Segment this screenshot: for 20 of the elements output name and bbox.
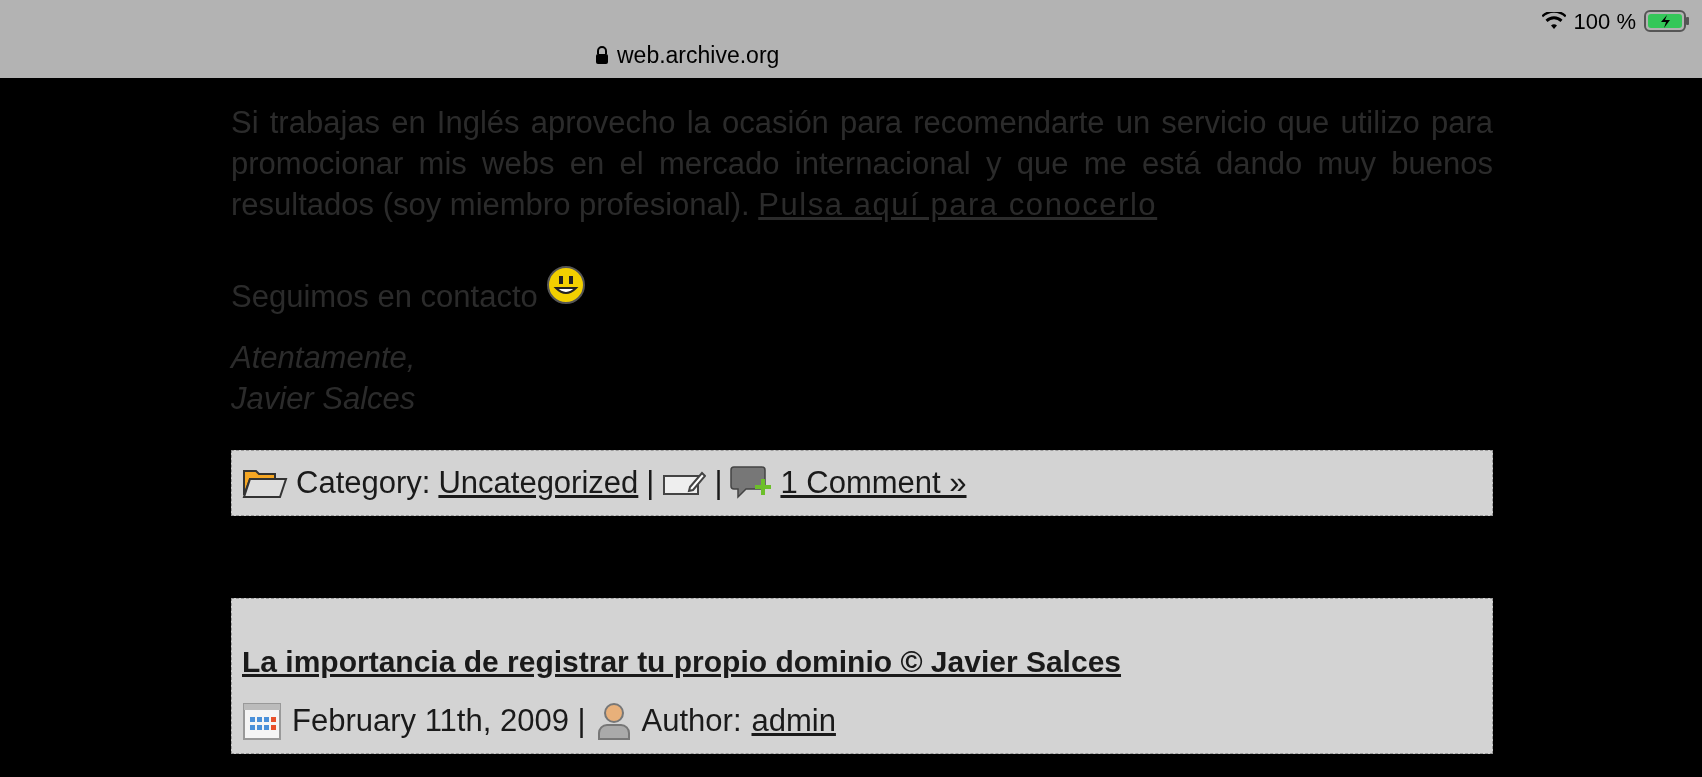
smiley-icon [545,265,586,305]
battery-icon [1644,10,1690,32]
category-label: Category: [296,463,431,502]
url-text[interactable]: web.archive.org [617,38,780,73]
post-title[interactable]: La importancia de registrar tu propio dominio © Javier Salces [242,639,1121,684]
comments-link[interactable]: 1 Comment » [780,459,967,507]
battery-percent: 100 % [1573,7,1636,36]
calendar-icon [242,701,282,742]
author-label: Author: [641,702,742,740]
category-link[interactable]: Uncategorized [438,459,639,507]
comment-add-icon [730,465,773,501]
tag-pencil-icon [662,469,707,497]
folder-icon [242,467,288,499]
wifi-icon [1541,12,1566,30]
user-icon [595,701,632,742]
separator: | [714,463,723,502]
separator: | [646,463,655,502]
lock-icon [595,46,609,65]
author-link[interactable]: admin [751,698,836,745]
post-date: February 11th, 2009 | [292,702,586,740]
